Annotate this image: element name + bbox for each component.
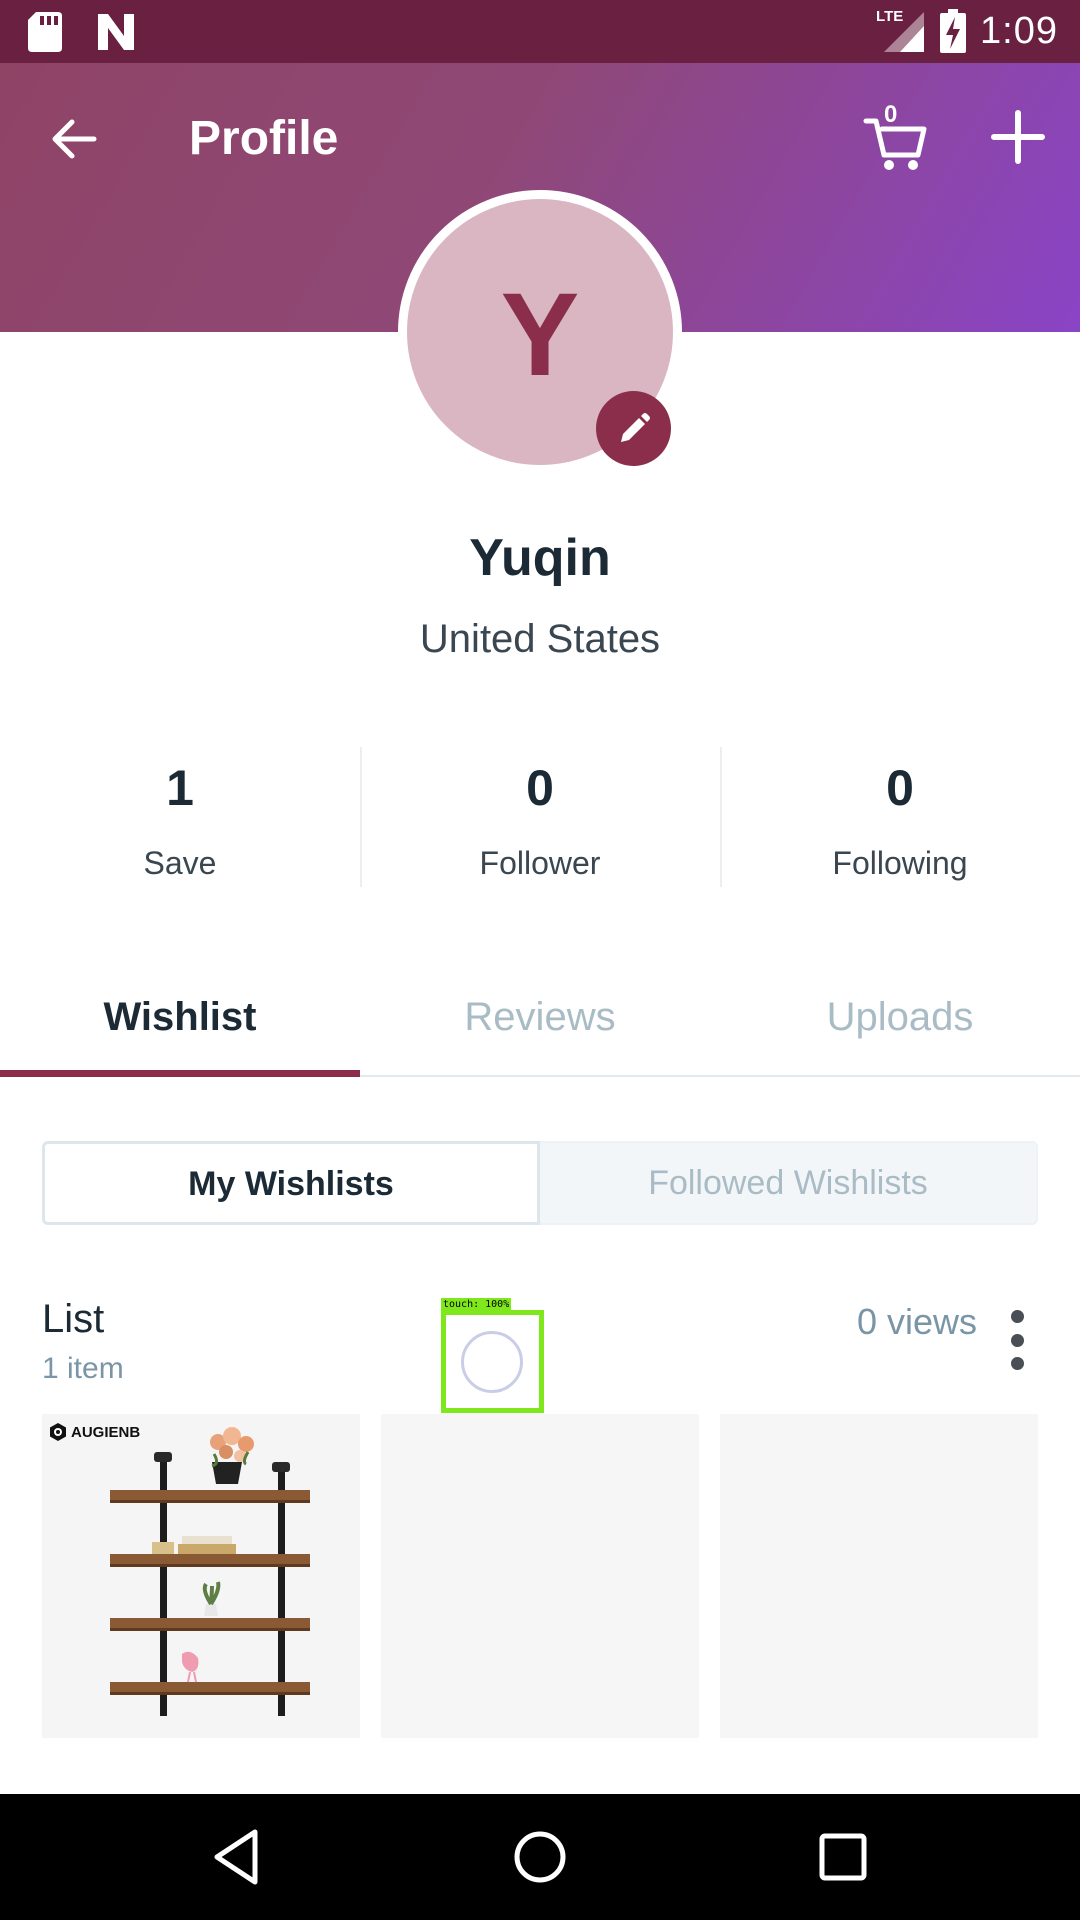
sd-card-icon xyxy=(28,12,62,52)
touch-indicator-circle xyxy=(461,1331,523,1393)
stats-row: 1 Save 0 Follower 0 Following xyxy=(0,745,1080,890)
nav-recents-icon[interactable] xyxy=(808,1822,878,1892)
stat-following[interactable]: 0 Following xyxy=(720,745,1080,890)
avatar-initial: Y xyxy=(500,269,580,401)
status-bar: LTE 1:09 xyxy=(0,0,1080,63)
page-title: Profile xyxy=(189,112,339,165)
cart-count-badge: 0 xyxy=(884,101,898,128)
user-location: United States xyxy=(419,617,661,661)
stat-saves[interactable]: 1 Save xyxy=(0,745,360,890)
clock: 1:09 xyxy=(980,9,1058,52)
system-nav-bar xyxy=(0,1794,1080,1920)
edit-avatar-button[interactable] xyxy=(596,391,671,466)
list-thumbnails: AUGIENB xyxy=(42,1414,1038,1738)
list-views: 0 views xyxy=(856,1301,977,1342)
list-item-count: 1 item xyxy=(42,1352,124,1385)
user-name: Yuqin xyxy=(469,529,611,587)
back-arrow-icon[interactable] xyxy=(44,109,104,169)
stat-followers[interactable]: 0 Follower xyxy=(360,745,720,890)
wishlist-segmented-control: My Wishlists Followed Wishlists xyxy=(42,1141,1038,1225)
stat-label: Follower xyxy=(479,845,601,881)
stat-label: Following xyxy=(832,845,968,881)
stat-value: 0 xyxy=(886,760,914,816)
stat-value: 0 xyxy=(526,760,554,816)
followed-wishlists-button[interactable]: Followed Wishlists xyxy=(540,1141,1038,1225)
profile-tabs: Wishlist Reviews Uploads xyxy=(0,962,1080,1077)
lte-signal-icon: LTE xyxy=(874,8,926,54)
notification-n-icon xyxy=(98,14,134,50)
empty-thumbnail xyxy=(720,1414,1038,1738)
my-wishlists-button[interactable]: My Wishlists xyxy=(42,1141,540,1225)
stat-label: Save xyxy=(143,845,217,881)
more-options-icon[interactable] xyxy=(1002,1310,1032,1370)
tab-uploads[interactable]: Uploads xyxy=(720,962,1080,1075)
pencil-icon xyxy=(620,412,650,442)
list-title[interactable]: List xyxy=(42,1297,104,1342)
add-icon[interactable] xyxy=(988,107,1048,167)
stat-value: 1 xyxy=(166,760,194,816)
nav-back-icon[interactable] xyxy=(201,1822,271,1892)
nav-home-icon[interactable] xyxy=(505,1822,575,1892)
battery-charging-icon xyxy=(940,9,967,53)
tab-reviews[interactable]: Reviews xyxy=(360,962,720,1075)
empty-thumbnail xyxy=(381,1414,699,1738)
wall-shelf-image xyxy=(110,1427,310,1716)
tab-wishlist[interactable]: Wishlist xyxy=(0,962,360,1077)
product-thumbnail[interactable]: AUGIENB xyxy=(42,1414,360,1738)
